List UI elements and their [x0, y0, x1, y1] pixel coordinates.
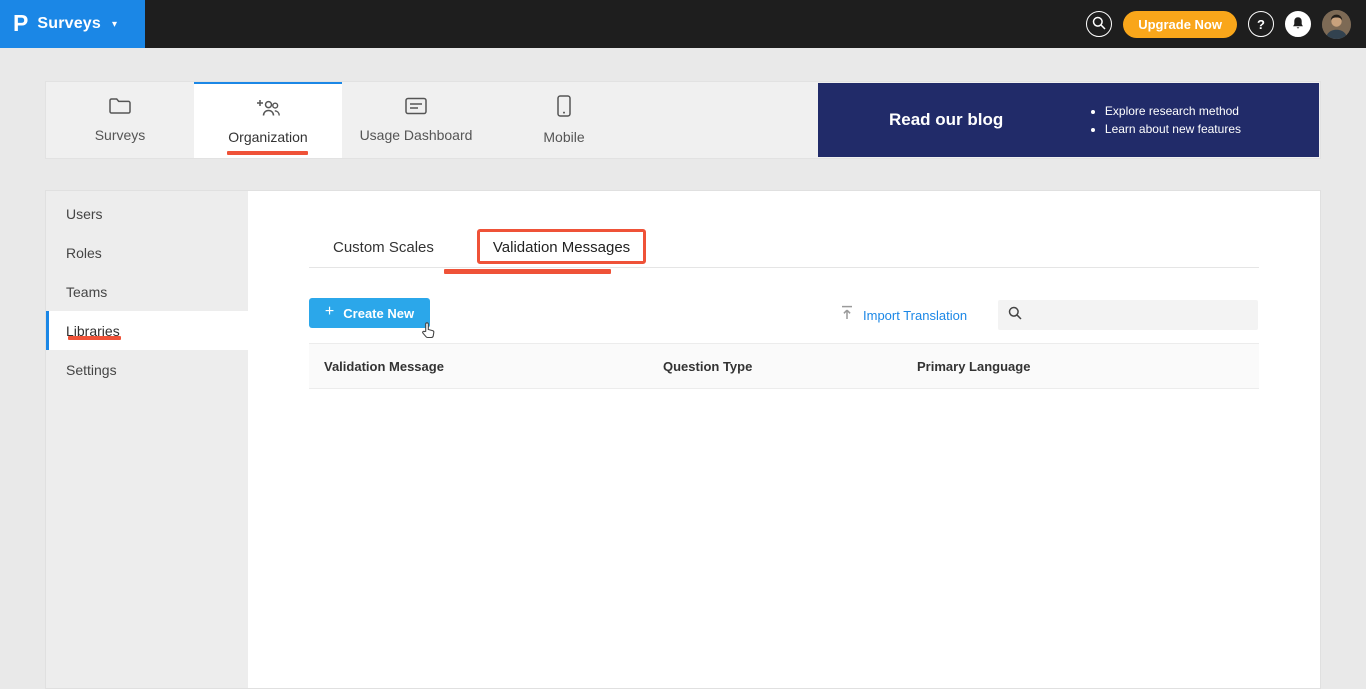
module-nav-card: Surveys Organization Usage Dashboard Mob… — [45, 81, 1321, 159]
avatar[interactable] — [1322, 9, 1351, 39]
nav-tab-organization[interactable]: Organization — [194, 82, 342, 158]
validation-table-header: Validation Message Question Type Primary… — [309, 343, 1259, 389]
sidebar-item-label: Roles — [66, 244, 102, 261]
module-tabs: Surveys Organization Usage Dashboard Mob… — [46, 82, 638, 158]
annotation-underline-validation-messages — [444, 269, 611, 274]
questionpro-logo: P — [13, 9, 29, 36]
settings-sidebar: Users Roles Teams Libraries Settings — [46, 191, 248, 688]
sidebar-item-roles[interactable]: Roles — [46, 233, 248, 272]
nav-tab-surveys[interactable]: Surveys — [46, 82, 194, 158]
sidebar-item-settings[interactable]: Settings — [46, 350, 248, 389]
product-switcher[interactable]: P Surveys ▾ — [0, 0, 145, 48]
sidebar-item-libraries[interactable]: Libraries — [46, 311, 248, 350]
product-switcher-label: Surveys — [37, 15, 102, 32]
blog-bullet: Learn about new features — [1105, 122, 1241, 136]
blog-promo-panel[interactable]: Read our blog Explore research method Le… — [818, 83, 1319, 157]
avatar-photo — [1322, 9, 1351, 39]
main-panel: Users Roles Teams Libraries Settings Cus… — [45, 190, 1321, 689]
nav-tab-label: Surveys — [94, 127, 146, 143]
plus-icon: + — [324, 303, 335, 320]
blog-promo-title: Read our blog — [889, 110, 1004, 129]
tab-custom-scales[interactable]: Custom Scales — [333, 239, 434, 256]
sidebar-item-label: Users — [66, 205, 103, 222]
chevron-down-icon: ▾ — [112, 18, 118, 30]
column-header-primary-language: Primary Language — [917, 358, 1031, 374]
topbar: P Surveys ▾ Upgrade Now ? — [0, 0, 1366, 48]
tab-validation-messages[interactable]: Validation Messages — [476, 229, 647, 264]
search-icon — [1092, 16, 1106, 33]
tabs-divider — [309, 267, 1259, 268]
blog-bullet: Explore research method — [1105, 104, 1241, 118]
import-translation-label: Import Translation — [863, 307, 968, 323]
tab-validation-messages-label: Validation Messages — [492, 239, 631, 256]
search-icon — [1008, 306, 1022, 325]
bell-icon — [1291, 16, 1305, 33]
add-users-icon — [255, 98, 281, 122]
topbar-actions: Upgrade Now ? — [1086, 0, 1351, 48]
column-header-question-type: Question Type — [663, 358, 753, 374]
sidebar-item-teams[interactable]: Teams — [46, 272, 248, 311]
search-button[interactable] — [1086, 11, 1113, 37]
nav-tab-label: Mobile — [543, 129, 585, 145]
blog-promo-bullets: Explore research method Learn about new … — [1090, 100, 1241, 140]
smartphone-icon — [557, 95, 571, 122]
sidebar-item-users[interactable]: Users — [46, 194, 248, 233]
annotation-underline-organization — [227, 151, 308, 155]
notifications-button[interactable] — [1285, 11, 1311, 37]
nav-tab-label: Usage Dashboard — [359, 127, 473, 143]
dashboard-icon — [405, 97, 427, 120]
folder-icon — [109, 97, 131, 120]
help-button[interactable]: ? — [1248, 11, 1274, 37]
upgrade-button[interactable]: Upgrade Now — [1123, 10, 1237, 38]
annotation-underline-libraries — [68, 336, 121, 340]
create-new-button[interactable]: + Create New — [309, 298, 430, 328]
sidebar-item-label: Teams — [66, 283, 108, 300]
nav-tab-mobile[interactable]: Mobile — [490, 82, 638, 158]
import-translation-link[interactable]: Import Translation — [840, 301, 967, 329]
nav-tab-label: Organization — [228, 128, 308, 145]
nav-tab-usage-dashboard[interactable]: Usage Dashboard — [342, 82, 490, 158]
create-new-label: Create New — [343, 305, 415, 321]
library-tabs: Custom Scales Validation Messages — [333, 229, 647, 264]
column-header-validation-message: Validation Message — [324, 358, 444, 374]
library-search-box — [998, 300, 1258, 330]
sidebar-item-label: Settings — [66, 361, 117, 378]
import-icon — [840, 305, 854, 325]
libraries-content: Custom Scales Validation Messages + Crea… — [248, 191, 1320, 688]
library-search-input[interactable] — [1030, 307, 1248, 323]
